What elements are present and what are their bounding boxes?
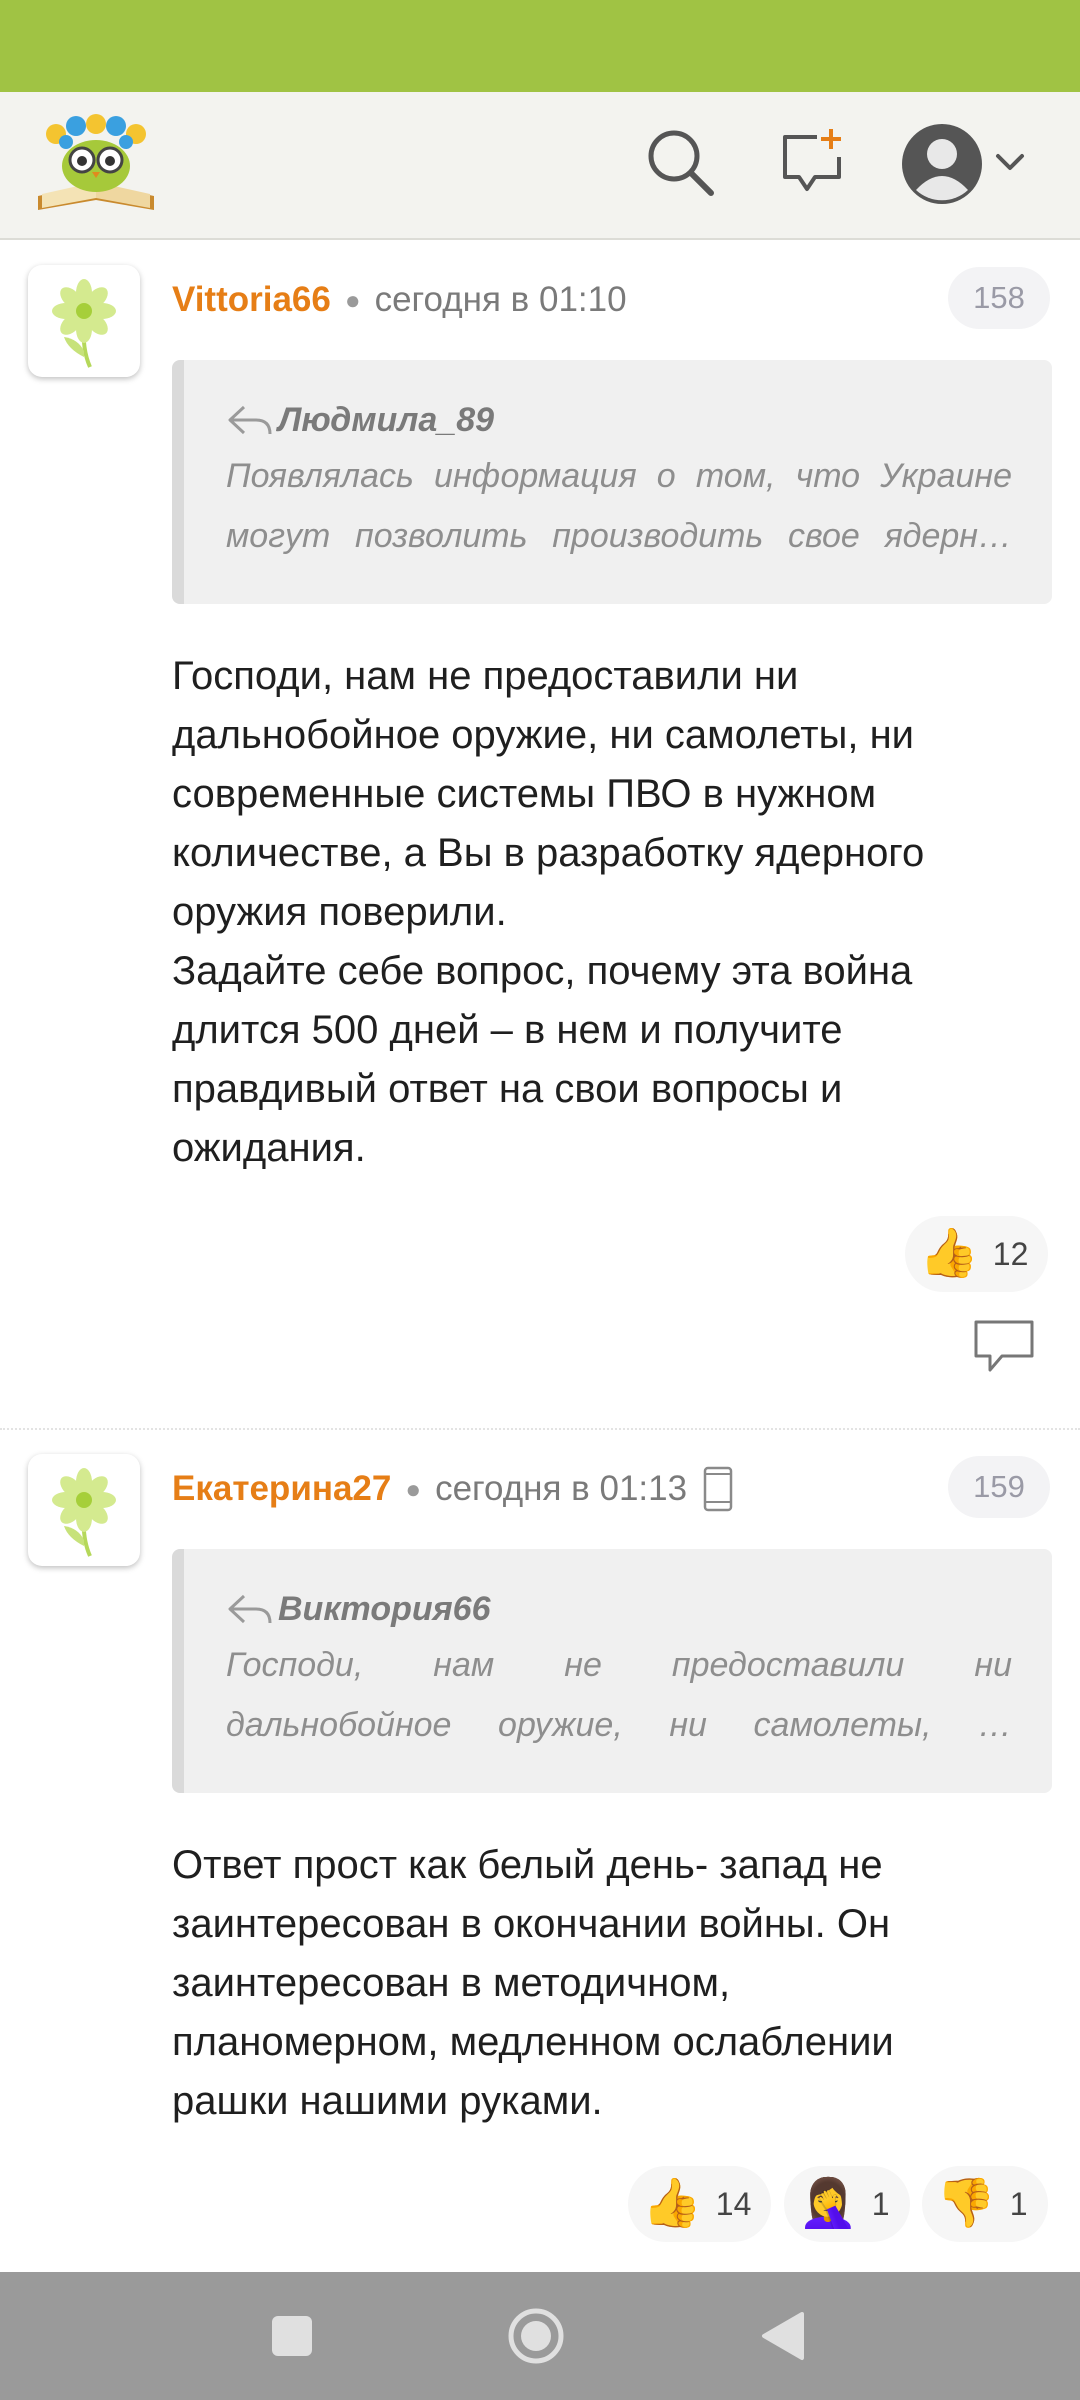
quote-author: Виктория66 (278, 1589, 491, 1628)
quote-text: Господи, нам не предоставили ни дальнобо… (226, 1635, 1012, 1755)
app-logo[interactable] (34, 110, 158, 222)
comment-number-badge[interactable]: 158 (948, 267, 1050, 329)
comment-author[interactable]: Vittoria66 (172, 280, 331, 320)
comment-text: Ответ прост как белый день- запад не заи… (172, 1843, 894, 2123)
search-icon[interactable] (640, 122, 720, 202)
comment-meta: Екатерина27 ● сегодня в 01:13 (172, 1464, 733, 1514)
comment-number-badge[interactable]: 159 (948, 1456, 1050, 1518)
quote-text: Появлялась информация о том, что Украине… (226, 446, 1012, 566)
reaction-like[interactable]: 👍 14 (628, 2166, 772, 2242)
user-avatar[interactable] (28, 265, 140, 377)
thumbs-down-icon: 👎 (936, 2177, 996, 2230)
back-icon[interactable] (752, 2306, 812, 2366)
thumbs-up-icon: 👍 (642, 2177, 702, 2230)
separator-dot: ● (344, 284, 361, 315)
quoted-reply[interactable]: Людмила_89 Появлялась информация о том, … (172, 360, 1052, 604)
comment-divider (0, 1428, 1080, 1430)
status-bar (0, 0, 1080, 92)
comment-time: сегодня в 01:13 (435, 1469, 688, 1508)
app-header (0, 92, 1080, 240)
recent-apps-icon[interactable] (262, 2306, 322, 2366)
profile-menu[interactable] (900, 122, 1030, 206)
comment-meta: Vittoria66 ● сегодня в 01:10 (172, 275, 627, 325)
reaction-count: 1 (871, 2185, 890, 2222)
quote-line: Появлялась информация о том, что Украине (226, 457, 1012, 495)
quoted-reply[interactable]: Виктория66 Господи, нам не предоставили … (172, 1549, 1052, 1793)
comment-time: сегодня в 01:10 (374, 280, 627, 319)
reaction-count: 14 (715, 2185, 752, 2222)
reaction-dislike[interactable]: 👎 1 (922, 2166, 1048, 2242)
quote-line: дальнобойное оружие, ни самолеты, … (226, 1706, 1012, 1744)
comment-author[interactable]: Екатерина27 (172, 1469, 391, 1509)
quote-author: Людмила_89 (278, 400, 495, 439)
user-avatar[interactable] (28, 1454, 140, 1566)
reaction-count: 12 (992, 1235, 1029, 1272)
quote-author-row: Людмила_89 (226, 394, 1012, 446)
quote-line: Господи, нам не предоставили ни (226, 1646, 1012, 1684)
reaction-like[interactable]: 👍 12 (905, 1216, 1049, 1292)
thumbs-up-icon: 👍 (919, 1227, 979, 1280)
separator-dot: ● (405, 1473, 422, 1504)
quote-line: могут позволить производить свое ядерн… (226, 517, 1012, 555)
home-icon[interactable] (506, 2306, 566, 2366)
mobile-device-icon (703, 1466, 733, 1512)
facepalm-icon: 🤦‍♀️ (798, 2177, 858, 2230)
reply-arrow-icon (228, 1594, 272, 1624)
comment-bubble-icon (974, 1320, 1034, 1372)
comment-text: Господи, нам не предоставили ни дальнобо… (172, 654, 925, 1170)
quote-author-row: Виктория66 (226, 1583, 1012, 1635)
reaction-facepalm[interactable]: 🤦‍♀️ 1 (784, 2166, 910, 2242)
reply-arrow-icon (228, 405, 272, 435)
new-message-icon[interactable] (772, 122, 852, 202)
reaction-count: 1 (1009, 2185, 1028, 2222)
system-navigation-bar (0, 2272, 1080, 2400)
reply-button[interactable] (972, 1318, 1036, 1374)
